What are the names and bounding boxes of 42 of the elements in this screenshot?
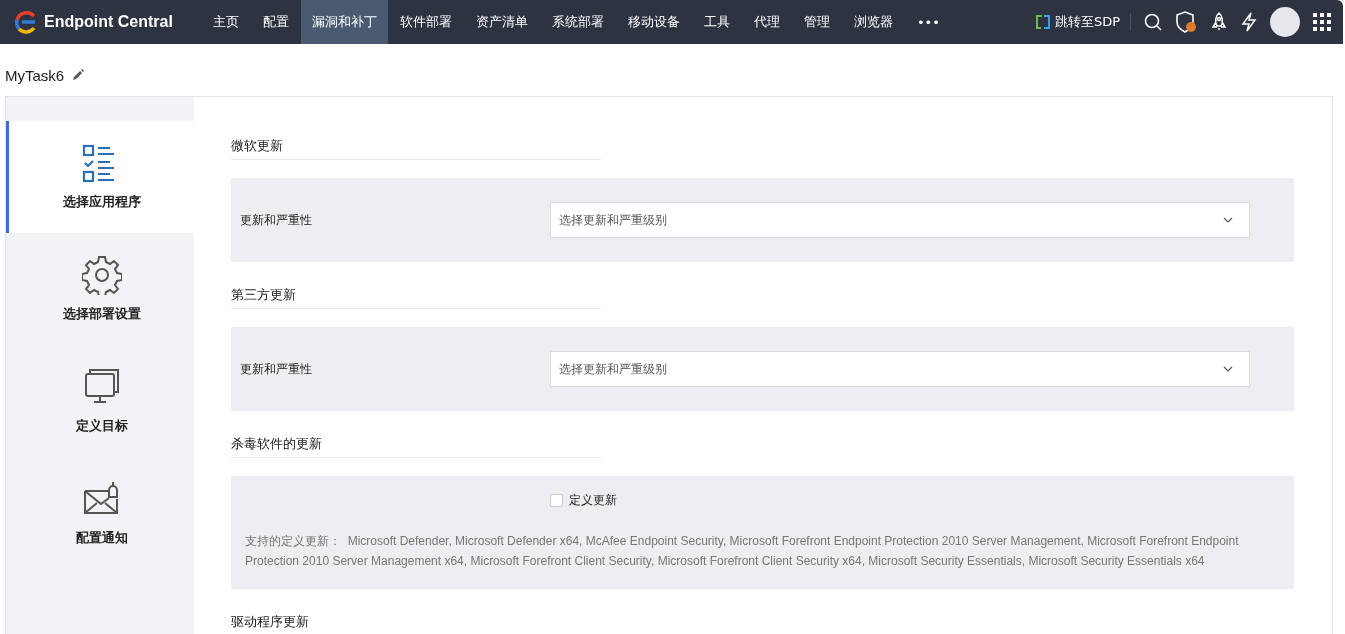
wizard-step[interactable]: 配置通知 [6,457,194,569]
shield-icon[interactable] [1175,11,1197,33]
nav-tab[interactable]: 主页 [200,0,251,44]
task-title: MyTask6 [5,66,65,84]
app-grid-icon[interactable] [1313,13,1331,31]
brand-name: Endpoint Central [44,13,173,31]
nav-tab[interactable]: 资产清单 [463,0,540,44]
checkbox[interactable] [550,494,563,507]
section-heading: 微软更新 [231,137,601,160]
section-heading: 杀毒软件的更新 [231,435,601,458]
avatar[interactable] [1270,7,1300,37]
nav-tab[interactable]: 管理 [791,0,842,44]
gear-icon [81,255,122,295]
nav-tab[interactable]: 系统部署 [539,0,616,44]
lightning-icon[interactable] [1241,12,1257,32]
wizard-step[interactable]: 选择部署设置 [6,233,194,345]
nav-tab[interactable]: 工具 [691,0,742,44]
search-icon[interactable] [1144,13,1162,31]
logo-icon [14,10,38,34]
supported-definitions-text: 支持的定义更新： Microsoft Defender, Microsoft Defender x64, McAfee Endpoint Security, Microsoft Forefront Endpoint Protection 2010 Server Management, Microsoft Forefront Endpoint Protection 2010 Server Management x64, Microsoft Forefront Client Security, Microsoft Forefront Client Security x64, Microsoft Security Essentials, Microsoft Security Essentials x64 [244,533,1240,570]
section-heading: 第三方更新 [231,286,601,309]
severity-dropdown[interactable]: 选择更新和严重级别 [550,202,1250,238]
field-label: 更新和严重性 [240,360,313,378]
pencil-icon[interactable] [72,69,85,81]
chevron-down-icon [1223,217,1233,223]
nav-tab[interactable]: 软件部署 [387,0,464,44]
nav-tab[interactable]: 移动设备 [615,0,692,44]
nav-tab[interactable]: 浏览器 [841,0,905,44]
sdp-link[interactable]: 跳转至SDP [1034,13,1131,31]
rocket-icon[interactable] [1210,12,1228,32]
severity-dropdown[interactable]: 选择更新和严重级别 [550,351,1250,387]
nav-tab[interactable]: ••• [904,0,952,44]
wizard-step[interactable]: 选择应用程序 [6,121,194,233]
field-label: 更新和严重性 [240,211,313,229]
checkbox-label: 定义更新 [569,492,617,509]
wizard-step[interactable]: 定义目标 [6,345,194,457]
nav-tab[interactable]: 漏洞和补丁 [300,0,388,44]
nav-tab[interactable]: 代理 [741,0,792,44]
nav-tab[interactable]: 配置 [250,0,301,44]
section-heading: 驱动程序更新 [231,613,601,634]
chevron-down-icon [1223,366,1233,372]
link-icon [1034,14,1051,30]
